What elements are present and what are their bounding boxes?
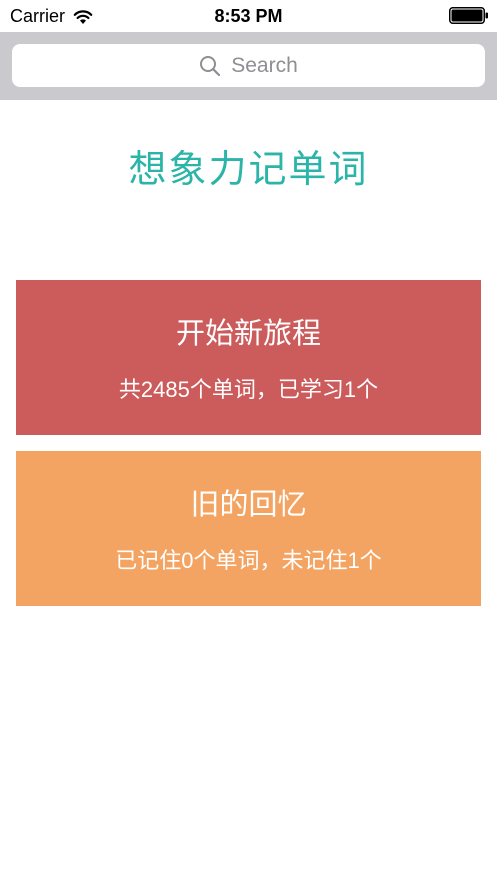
search-bar: Search	[0, 32, 497, 100]
search-icon	[200, 55, 221, 76]
old-memories-subtitle: 已记住0个单词，未记住1个	[115, 548, 382, 573]
app-title: 想象力记单词	[128, 149, 369, 191]
battery-icon	[449, 7, 488, 24]
start-new-journey-title: 开始新旅程	[175, 318, 321, 350]
status-bar: Carrier 8:53 PM	[0, 0, 497, 32]
app-screen: Carrier 8:53 PM Search 想象力记单词 开始新旅程 共248…	[0, 0, 497, 882]
old-memories-title: 旧的回忆	[190, 489, 307, 521]
start-new-journey-card[interactable]: 开始新旅程 共2485个单词，已学习1个	[16, 280, 481, 435]
search-placeholder: Search	[231, 53, 298, 77]
start-new-journey-subtitle: 共2485个单词，已学习1个	[118, 377, 379, 402]
status-time: 8:53 PM	[214, 6, 283, 26]
search-input[interactable]: Search	[12, 44, 485, 87]
old-memories-card[interactable]: 旧的回忆 已记住0个单词，未记住1个	[16, 451, 481, 606]
